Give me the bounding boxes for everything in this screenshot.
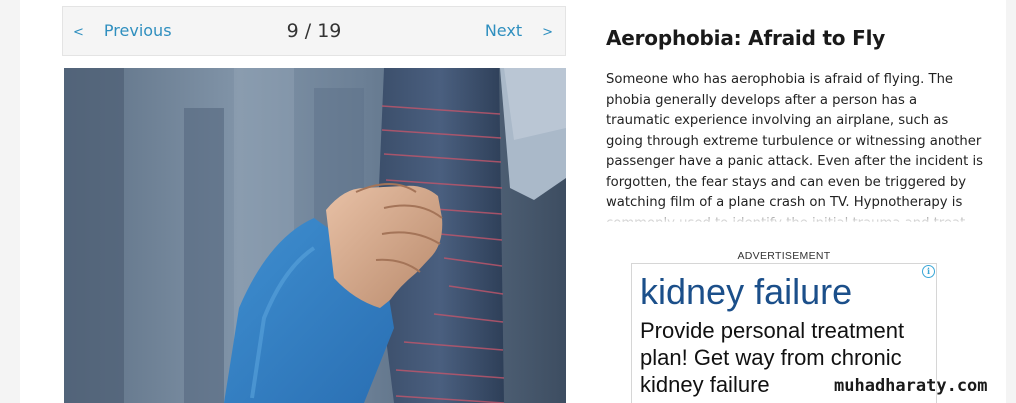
chevron-right-icon: > xyxy=(542,25,553,40)
site-watermark: muhadharaty.com xyxy=(834,376,988,396)
ad-headline[interactable]: kidney failure xyxy=(640,270,852,314)
slide-photo xyxy=(64,68,566,403)
slide-title: Aerophobia: Afraid to Fly xyxy=(606,26,886,50)
photo-hand-gripping-seat xyxy=(64,68,566,403)
previous-button[interactable]: < Previous xyxy=(73,7,172,55)
page-content: < Previous 9 / 19 Next > Aerophobia: Afr… xyxy=(20,0,1006,403)
chevron-left-icon: < xyxy=(73,25,84,40)
slide-description: Someone who has aerophobia is afraid of … xyxy=(606,72,983,222)
next-button[interactable]: Next > xyxy=(485,7,553,55)
next-label: Next xyxy=(484,21,523,40)
info-icon[interactable]: i xyxy=(922,265,935,278)
advertisement-label: ADVERTISEMENT xyxy=(737,250,831,262)
previous-label: Previous xyxy=(103,21,172,40)
slideshow-pager: < Previous 9 / 19 Next > xyxy=(62,6,566,56)
description-fade xyxy=(606,206,986,224)
